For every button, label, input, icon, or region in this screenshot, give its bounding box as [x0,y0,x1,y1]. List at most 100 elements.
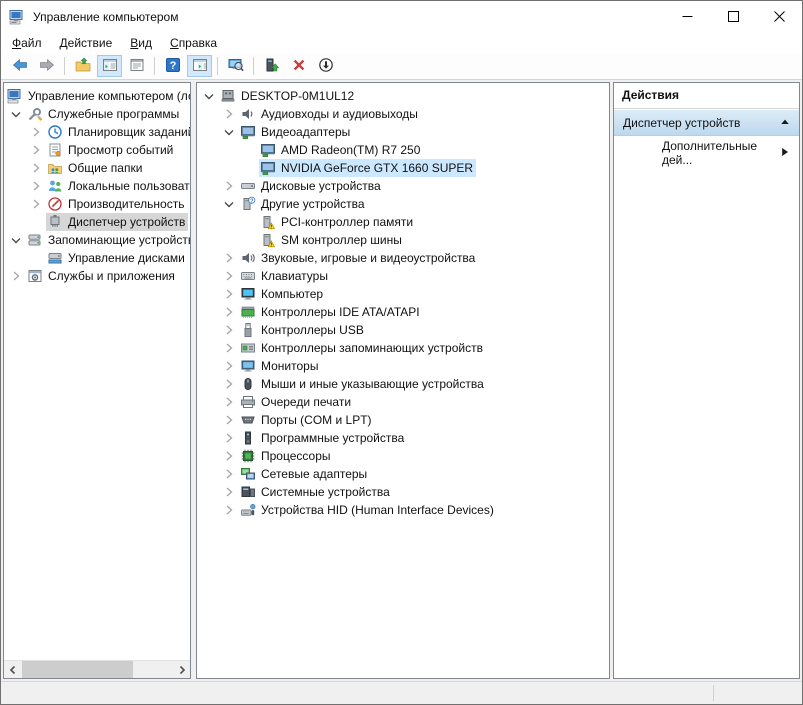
device-tree-item-print-queues[interactable]: Очереди печати [197,393,609,411]
task-scheduler-icon [47,124,63,140]
device-tree-item-processors[interactable]: Процессоры [197,447,609,465]
chevron-right-icon[interactable] [26,178,46,194]
console-tree-item-services-applications[interactable]: Службы и приложения [4,267,190,285]
device-tree-item-monitors[interactable]: Мониторы [197,357,609,375]
console-tree-item-disk-management[interactable]: Управление дисками [4,249,190,267]
menu-view[interactable]: Вид [121,34,161,52]
chevron-right-icon[interactable] [219,376,239,392]
device-tree-item-computer[interactable]: Компьютер [197,285,609,303]
horizontal-scrollbar[interactable] [4,660,190,678]
scroll-right-button[interactable] [173,661,190,678]
menu-file[interactable]: Файл [3,34,51,52]
chevron-right-icon[interactable] [219,484,239,500]
maximize-button[interactable] [710,1,756,32]
chevron-right-icon[interactable] [219,394,239,410]
chevron-placeholder [239,232,259,248]
chevron-right-icon[interactable] [219,502,239,518]
item-body: ? Другие устройства [239,195,368,213]
chevron-up-icon[interactable] [780,116,790,130]
forward-button[interactable] [34,55,59,77]
console-tree-item-task-scheduler[interactable]: Планировщик заданий [4,123,190,141]
device-tree-item-network-adapters[interactable]: Сетевые адаптеры [197,465,609,483]
console-tree-item-local-users-groups[interactable]: Локальные пользователи и группы [4,177,190,195]
device-tree-item-storage-controllers[interactable]: Контроллеры запоминающих устройств [197,339,609,357]
chevron-down-icon[interactable] [219,196,239,212]
update-driver-button[interactable] [259,55,284,77]
export-list-button[interactable] [70,55,95,77]
device-tree-item-display-adapters[interactable]: Видеоадаптеры [197,123,609,141]
show-action-pane-button[interactable] [187,55,212,77]
back-button[interactable] [7,55,32,77]
chevron-right-icon[interactable] [219,304,239,320]
device-tree-item-usb-controllers[interactable]: Контроллеры USB [197,321,609,339]
console-tree-item-storage[interactable]: Запоминающие устройства [4,231,190,249]
chevron-right-icon[interactable] [219,412,239,428]
actions-group-device-manager[interactable]: Диспетчер устройств [614,110,799,136]
uninstall-device-button[interactable] [286,55,311,77]
minimize-button[interactable] [664,1,710,32]
item-body: Общие папки [46,159,145,177]
chevron-right-icon[interactable] [26,142,46,158]
processor-icon [240,448,256,464]
chevron-right-icon[interactable] [219,106,239,122]
close-button[interactable] [756,1,802,32]
scroll-left-button[interactable] [4,661,21,678]
device-tree-item-ide-controllers[interactable]: Контроллеры IDE ATA/ATAPI [197,303,609,321]
chevron-right-icon[interactable] [219,178,239,194]
device-tree-item-ports-com-lpt[interactable]: Порты (COM и LPT) [197,411,609,429]
device-tree-item-software-devices[interactable]: Программные устройства [197,429,609,447]
scan-hardware-changes-button[interactable] [223,55,248,77]
disable-device-button[interactable] [313,55,338,77]
device-tree-item-sound-video-game[interactable]: Звуковые, игровые и видеоустройства [197,249,609,267]
scrollbar-track[interactable] [21,661,173,678]
device-tree-item-keyboards[interactable]: Клавиатуры [197,267,609,285]
help-button[interactable]: ? [160,55,185,77]
device-tree-item-mice-pointing[interactable]: Мыши и иные указывающие устройства [197,375,609,393]
menu-action[interactable]: Действие [51,34,122,52]
device-tree-item-desktop-root[interactable]: DESKTOP-0M1UL12 [197,87,609,105]
chevron-right-icon[interactable] [219,250,239,266]
chevron-down-icon[interactable] [6,232,26,248]
console-tree-item-event-viewer[interactable]: Просмотр событий [4,141,190,159]
device-tree-item-pci-memory-controller[interactable]: PCI-контроллер памяти [197,213,609,231]
chevron-right-icon[interactable] [219,430,239,446]
properties-button[interactable] [124,55,149,77]
console-tree-item-performance[interactable]: Производительность [4,195,190,213]
console-tree-item-device-manager[interactable]: Диспетчер устройств [4,213,190,231]
chevron-down-icon[interactable] [219,124,239,140]
chevron-right-icon[interactable] [219,358,239,374]
chevron-right-icon[interactable] [219,286,239,302]
tree-item-label: Звуковые, игровые и видеоустройства [261,251,476,265]
uninstall-icon [291,57,307,76]
chevron-right-icon[interactable] [6,268,26,284]
device-tree-item-nvidia-gtx-1660-super[interactable]: NVIDIA GeForce GTX 1660 SUPER [197,159,609,177]
tree-item-label: Управление компьютером (локальным) [28,89,190,103]
console-tree-item-computer-management-root[interactable]: Управление компьютером (локальным) [4,87,190,105]
more-actions-item[interactable]: Дополнительные дей... [614,139,799,167]
device-tree-item-disk-drives[interactable]: Дисковые устройства [197,177,609,195]
chevron-down-icon[interactable] [6,106,26,122]
console-tree-item-system-tools[interactable]: Служебные программы [4,105,190,123]
device-tree-item-audio-inputs-outputs[interactable]: Аудиовходы и аудиовыходы [197,105,609,123]
chevron-right-icon[interactable] [219,466,239,482]
chevron-right-icon[interactable] [219,340,239,356]
chevron-down-icon[interactable] [199,88,219,104]
console-tree-item-shared-folders[interactable]: Общие папки [4,159,190,177]
chevron-right-icon[interactable] [26,124,46,140]
chevron-right-icon[interactable] [26,196,46,212]
menu-help[interactable]: Справка [161,34,226,52]
device-tree-item-amd-radeon-r7-250[interactable]: AMD Radeon(TM) R7 250 [197,141,609,159]
scrollbar-thumb[interactable] [22,661,133,678]
item-body: Управление компьютером (локальным) [6,87,190,105]
chevron-right-icon[interactable] [26,160,46,176]
chevron-placeholder [26,250,46,266]
device-tree-item-other-devices[interactable]: ? Другие устройства [197,195,609,213]
device-tree-item-system-devices[interactable]: Системные устройства [197,483,609,501]
device-tree-item-sm-bus-controller[interactable]: SM контроллер шины [197,231,609,249]
toolbar-separator [217,57,218,75]
show-console-tree-button[interactable] [97,55,122,77]
chevron-right-icon[interactable] [219,448,239,464]
chevron-right-icon[interactable] [219,268,239,284]
chevron-right-icon[interactable] [219,322,239,338]
device-tree-item-hid-devices[interactable]: Устройства HID (Human Interface Devices) [197,501,609,519]
